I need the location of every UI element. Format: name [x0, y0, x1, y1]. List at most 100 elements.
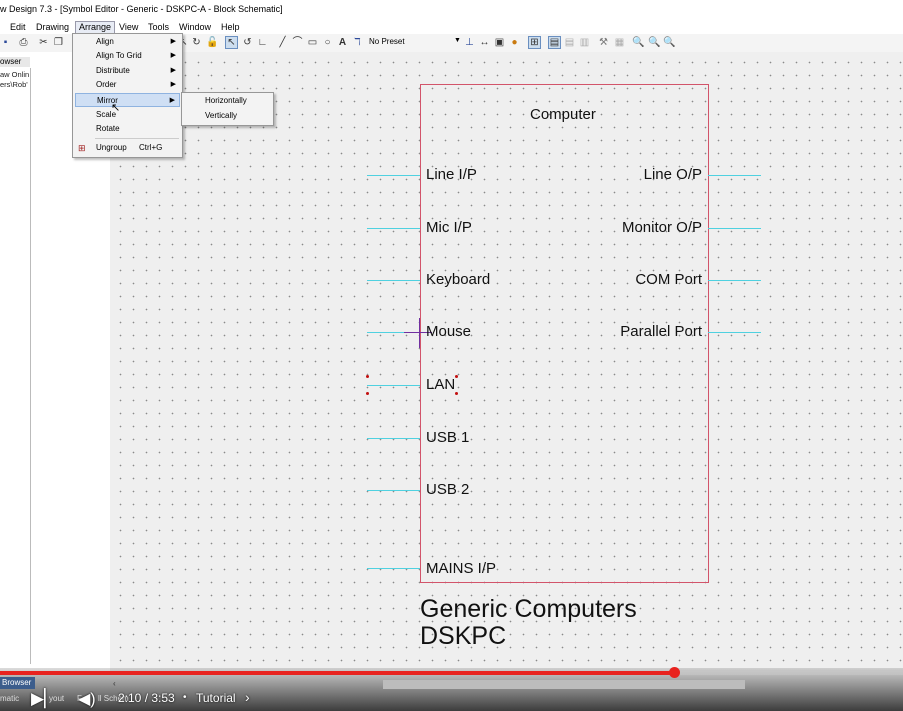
layer-2-icon[interactable]: ▤ — [564, 37, 575, 48]
pin-line[interactable] — [708, 332, 761, 333]
menu-help[interactable]: Help — [218, 21, 243, 33]
menu-bar: Edit Drawing Arrange View Tools Window H… — [0, 20, 903, 34]
tree-item[interactable]: aw Onlin — [0, 70, 29, 79]
align-center-icon[interactable]: ⊥ — [464, 37, 475, 48]
lock-icon[interactable]: 🔓 — [206, 37, 218, 48]
menu-drawing[interactable]: Drawing — [33, 21, 72, 33]
select-arrow-icon[interactable]: ↖ — [225, 36, 238, 49]
cut-icon[interactable]: ✂ — [38, 37, 49, 48]
menu-window[interactable]: Window — [176, 21, 214, 33]
selection-handle[interactable] — [455, 375, 458, 378]
angle-icon[interactable]: ∟ — [257, 37, 268, 48]
selection-handle[interactable] — [455, 392, 458, 395]
save-icon[interactable]: ▪ — [0, 37, 11, 48]
pin-line[interactable] — [367, 438, 420, 439]
layer-icon[interactable]: ▤ — [548, 36, 561, 49]
print-icon[interactable]: ⎙ — [18, 37, 29, 48]
browser-header: owser — [0, 57, 30, 67]
tree-item[interactable]: ers\Rob' — [0, 80, 28, 89]
pin-line-selected[interactable] — [367, 385, 420, 386]
pin-label: Line I/P — [426, 166, 477, 183]
paint-icon[interactable]: ● — [509, 37, 520, 48]
chevron-right-icon: ▶ — [170, 52, 176, 59]
menu-item-horizontally[interactable]: Horizontally — [184, 94, 271, 108]
arrange-menu: Align ▶ Align To Grid ▶ Distribute ▶ Order ▶… — [72, 33, 183, 158]
ruler-icon[interactable]: ▦ — [614, 37, 625, 48]
hammer-icon[interactable]: ⚒ — [598, 37, 609, 48]
volume-icon[interactable]: ◀︎) — [78, 689, 96, 709]
selection-handle[interactable] — [366, 375, 369, 378]
redo-icon[interactable]: ↻ — [191, 37, 202, 48]
menu-item-vertically[interactable]: Vertically — [184, 109, 271, 123]
pin-label: Monitor O/P — [621, 219, 702, 236]
preset-dropdown[interactable]: No Preset — [369, 37, 405, 46]
pin-line[interactable] — [367, 228, 420, 229]
menu-tools[interactable]: Tools — [145, 21, 172, 33]
menu-view[interactable]: View — [116, 21, 141, 33]
pin-label: USB 1 — [426, 429, 470, 446]
pin-label: USB 2 — [426, 481, 470, 498]
pin-line[interactable] — [708, 175, 761, 176]
pin-label: Line O/P — [643, 166, 702, 183]
pin-line[interactable] — [367, 175, 420, 176]
image-icon[interactable]: ▣ — [494, 37, 505, 48]
menu-item-rotate[interactable]: Rotate — [75, 122, 180, 136]
copy-icon[interactable]: ❐ — [53, 37, 64, 48]
symbol-reference-line2[interactable]: DSKPC — [420, 622, 506, 650]
pin-tool-icon[interactable]: ℸ — [352, 37, 363, 48]
text-icon[interactable]: A — [337, 37, 348, 48]
pin-line[interactable] — [708, 228, 761, 229]
chevron-right-icon: ▶ — [170, 67, 176, 74]
circle-icon[interactable]: ○ — [322, 37, 333, 48]
browser-tab[interactable]: Browser — [0, 677, 35, 689]
progress-fill — [0, 671, 674, 675]
menu-item-scale[interactable]: Scale — [75, 108, 180, 122]
rectangle-icon[interactable]: ▭ — [307, 37, 318, 48]
symbol-reference-line1[interactable]: Generic Computers — [420, 595, 637, 623]
zoom-out-icon[interactable]: 🔍 — [663, 37, 675, 48]
chapter-chevron[interactable]: › — [245, 689, 250, 705]
symbol-title: Computer — [530, 106, 596, 123]
ungroup-icon: ⊞ — [78, 143, 86, 153]
zoom-icon[interactable]: 🔍 — [632, 37, 644, 48]
horizontal-scrollbar[interactable] — [383, 680, 745, 689]
menu-edit[interactable]: Edit — [7, 21, 29, 33]
menu-item-ungroup[interactable]: ⊞ Ungroup Ctrl+G — [75, 141, 180, 155]
mirror-submenu: Horizontally Vertically — [181, 92, 274, 126]
layer-3-icon[interactable]: ▥ — [579, 37, 590, 48]
menu-item-align-to-grid[interactable]: Align To Grid ▶ — [75, 49, 180, 63]
play-icon[interactable]: ▶︎▏ — [31, 689, 57, 709]
chevron-down-icon[interactable]: ▼ — [454, 37, 461, 44]
chevron-right-icon: ▶ — [170, 81, 176, 88]
bullet-icon: • — [183, 692, 187, 703]
pin-line[interactable] — [367, 280, 420, 281]
menu-item-order[interactable]: Order ▶ — [75, 78, 180, 92]
video-chapter[interactable]: Tutorial — [196, 691, 236, 705]
pin-line[interactable] — [708, 280, 761, 281]
pin-label: Mic I/P — [426, 219, 472, 236]
video-time: 2:10 / 3:53 — [118, 691, 175, 705]
menu-item-align[interactable]: Align ▶ — [75, 35, 180, 49]
grid-snap-icon[interactable]: ⊞ — [528, 36, 541, 49]
selection-handle[interactable] — [366, 392, 369, 395]
menu-separator — [95, 138, 179, 139]
menu-item-distribute[interactable]: Distribute ▶ — [75, 64, 180, 78]
pin-line[interactable] — [367, 568, 420, 569]
rotate-tool-icon[interactable]: ↺ — [242, 37, 253, 48]
window-title: w Design 7.3 - [Symbol Editor - Generic … — [0, 4, 283, 14]
distribute-icon[interactable]: ↔ — [479, 37, 490, 48]
pin-line[interactable] — [367, 490, 420, 491]
tab-label[interactable]: matic — [0, 694, 19, 703]
cursor-crosshair — [419, 318, 420, 348]
menu-item-mirror[interactable]: Mirror ▶ — [75, 93, 180, 107]
chevron-right-icon: ▶ — [170, 38, 176, 45]
shortcut-text: Ctrl+G — [139, 143, 163, 152]
arc-icon[interactable]: ⌒ — [292, 37, 303, 48]
progress-scrubber[interactable] — [668, 667, 680, 678]
zoom-in-icon[interactable]: 🔍 — [648, 37, 660, 48]
scroll-left-icon[interactable]: ‹ — [113, 679, 116, 688]
pin-label: LAN — [426, 376, 456, 393]
pin-label: COM Port — [635, 271, 702, 288]
line-icon[interactable]: ╱ — [277, 37, 288, 48]
pin-label: Parallel Port — [620, 323, 702, 340]
